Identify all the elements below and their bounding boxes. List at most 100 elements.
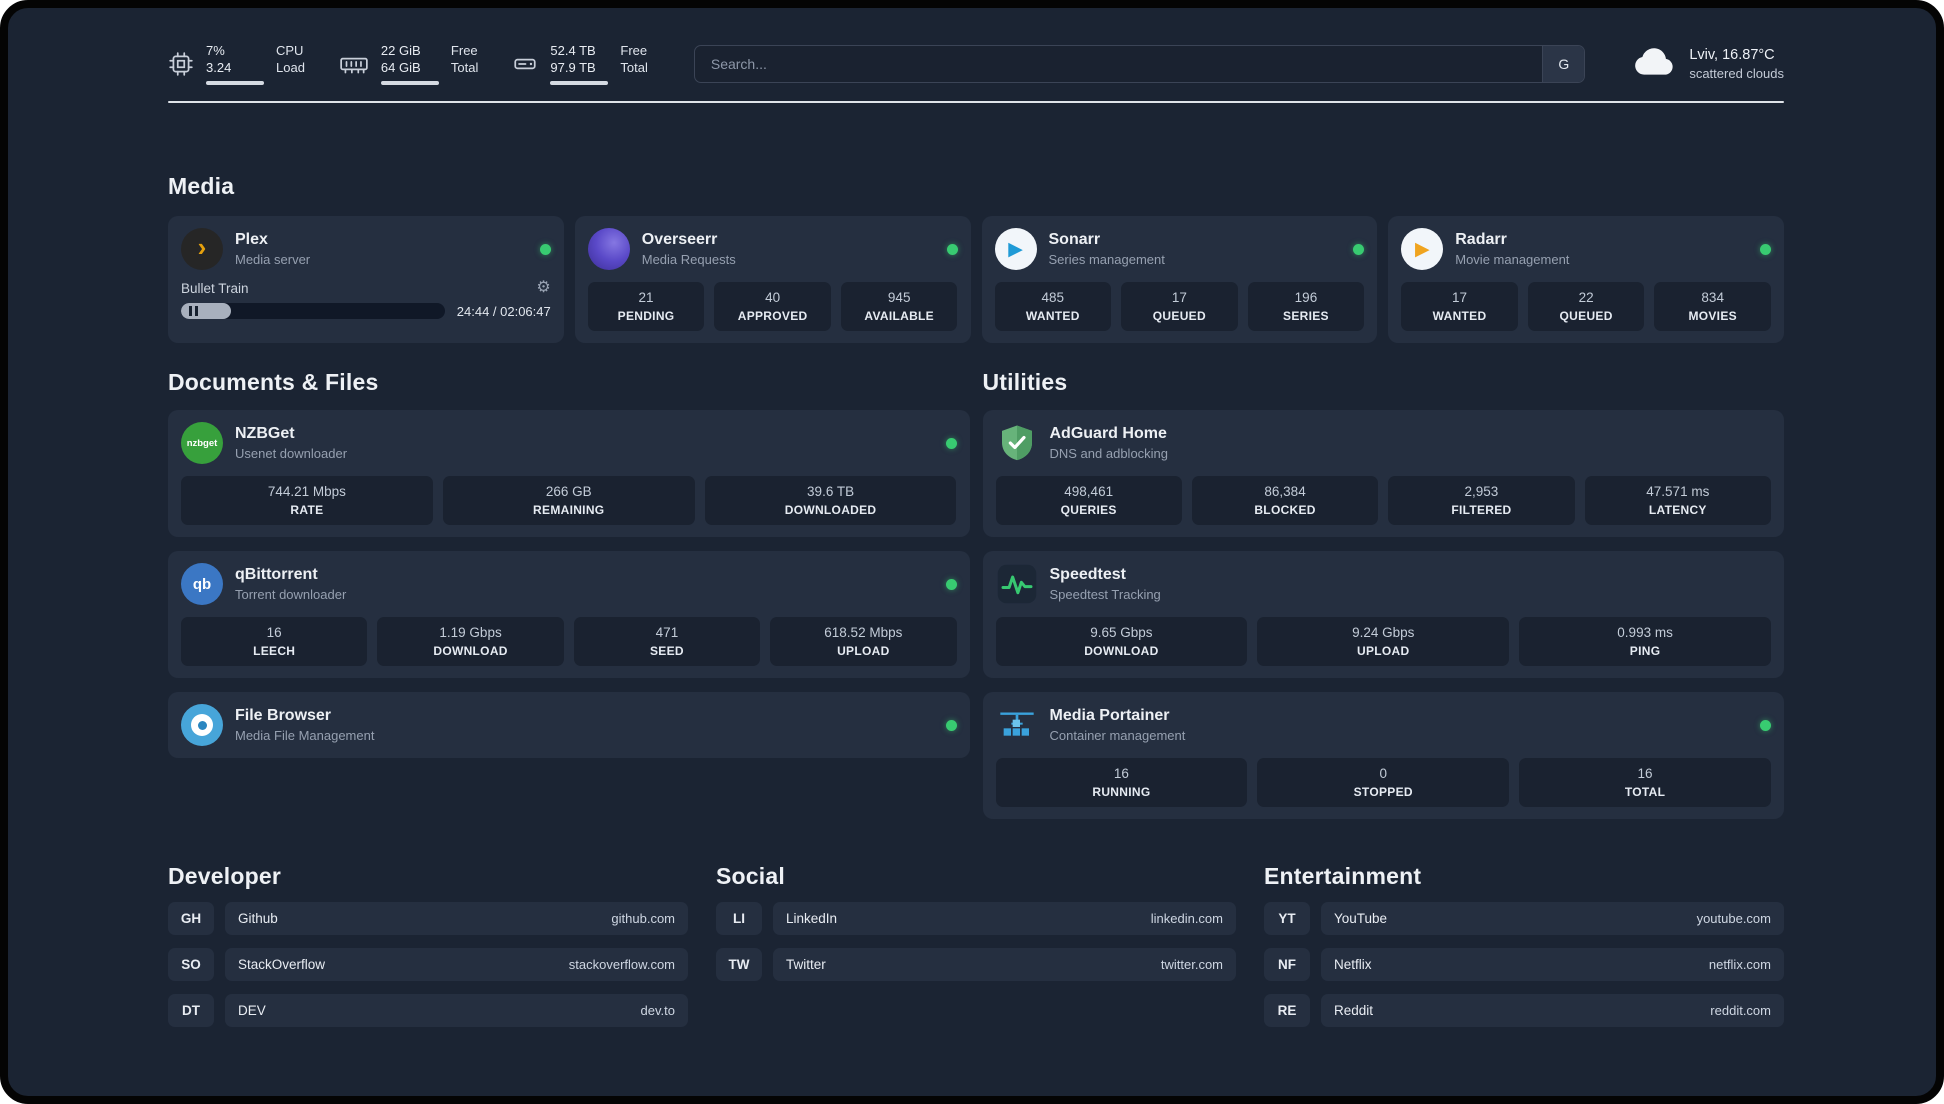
gear-icon[interactable]: ⚙ [536, 280, 550, 296]
status-dot [945, 578, 957, 590]
bookmark-abbr[interactable]: TW [716, 948, 762, 981]
stat-tile: 47.571 ms LATENCY [1584, 476, 1771, 525]
bookmark-github: GH Github github.com [168, 902, 688, 935]
bookmark-abbr[interactable]: SO [168, 948, 214, 981]
pause-icon[interactable] [189, 306, 198, 316]
adguard-shield-icon [996, 422, 1038, 464]
stat-tile: 945 AVAILABLE [840, 282, 958, 331]
section-title-entertainment: Entertainment [1264, 863, 1422, 889]
app-title: Speedtest [1049, 566, 1126, 583]
disk-icon [512, 51, 538, 77]
nzbget-icon: nzbget [181, 422, 223, 464]
app-card-qbittorrent[interactable]: qb qBittorrent Torrent downloader 16 LEE… [168, 551, 970, 678]
status-dot [1353, 243, 1365, 255]
app-card-speedtest[interactable]: Speedtest Speedtest Tracking 9.65 Gbps D… [982, 551, 1784, 678]
qbittorrent-icon: qb [181, 563, 223, 605]
bookmark-link[interactable]: Reddit reddit.com [1321, 994, 1784, 1027]
bookmark-abbr[interactable]: YT [1264, 902, 1310, 935]
bookmark-link[interactable]: StackOverflow stackoverflow.com [225, 948, 688, 981]
bookmark-link[interactable]: Netflix netflix.com [1321, 948, 1784, 981]
bookmark-abbr[interactable]: NF [1264, 948, 1310, 981]
stat-tile: 0.993 ms PING [1519, 617, 1771, 666]
stat-tile: 39.6 TB DOWNLOADED [704, 476, 957, 525]
app-card-radarr[interactable]: ▶ Radarr Movie management 17 WANTED 22 Q… [1388, 216, 1784, 343]
cpu-widget: 7% 3.24 CPU Load [168, 42, 305, 85]
stat-tile: 9.65 Gbps DOWNLOAD [995, 617, 1248, 666]
status-dot [945, 437, 957, 449]
cpu-percent: 7% [206, 43, 225, 58]
now-playing-title: Bullet Train [181, 280, 249, 296]
search-shortcut-button[interactable]: G [1542, 45, 1585, 82]
bookmark-link[interactable]: DEV dev.to [225, 994, 688, 1027]
dashboard-window: 7% 3.24 CPU Load 22 GiB 64 GiB Free Tota… [0, 0, 1944, 1104]
ram-usage-bar [380, 81, 439, 85]
status-dot [945, 719, 957, 731]
app-card-nzbget[interactable]: nzbget NZBGet Usenet downloader 744.21 M… [168, 410, 970, 537]
ram-icon [339, 51, 369, 77]
app-card-overseerr[interactable]: Overseerr Media Requests 21 PENDING 40 A… [574, 216, 971, 343]
bookmark-abbr[interactable]: LI [716, 902, 762, 935]
stat-tile: 471 SEED [573, 617, 761, 666]
disk-free-value: 52.4 TB [550, 43, 596, 58]
stat-tile: 16 RUNNING [995, 758, 1248, 807]
app-subtitle: Container management [1049, 728, 1186, 743]
app-title: Radarr [1455, 231, 1507, 248]
filebrowser-icon [181, 704, 223, 746]
app-subtitle: Usenet downloader [235, 446, 348, 461]
bookmark-linkedin: LI LinkedIn linkedin.com [716, 902, 1236, 935]
search-bar: G [693, 44, 1586, 83]
bookmark-link[interactable]: YouTube youtube.com [1321, 902, 1784, 935]
stat-tile: 16 TOTAL [1519, 758, 1771, 807]
app-subtitle: Movie management [1455, 252, 1570, 267]
app-card-filebrowser[interactable]: File Browser Media File Management [168, 692, 970, 758]
section-title-developer: Developer [168, 863, 282, 889]
search-input[interactable] [694, 45, 1543, 82]
bookmark-netflix: NF Netflix netflix.com [1264, 948, 1784, 981]
bookmark-abbr[interactable]: DT [168, 994, 214, 1027]
stat-tile: 618.52 Mbps UPLOAD [770, 617, 957, 666]
cpu-icon [168, 51, 194, 77]
bookmark-group-social: Social LI LinkedIn linkedin.com TW Twitt… [716, 863, 1236, 1027]
section-media: Media › Plex Media server Bullet Train ⚙… [168, 173, 1784, 343]
app-card-sonarr[interactable]: ▶ Sonarr Series management 485 WANTED 17… [981, 216, 1378, 343]
stat-tile: 9.24 Gbps UPLOAD [1257, 617, 1510, 666]
status-dot [946, 243, 958, 255]
status-dot [1760, 243, 1771, 255]
disk-total-value: 97.9 TB [550, 60, 596, 75]
app-card-portainer[interactable]: Media Portainer Container management 16 … [982, 692, 1784, 819]
bookmark-abbr[interactable]: GH [168, 902, 214, 935]
section-documents: Documents & Files nzbget NZBGet Usenet d… [168, 369, 970, 819]
disk-widget: 52.4 TB 97.9 TB Free Total [512, 42, 648, 85]
bookmark-link[interactable]: Twitter twitter.com [773, 948, 1236, 981]
app-title: NZBGet [235, 425, 295, 442]
stat-tile: 834 MOVIES [1654, 282, 1771, 331]
cpu-label: CPU [276, 43, 304, 58]
playback-progress-bar[interactable] [181, 303, 445, 319]
app-title: qBittorrent [235, 566, 318, 583]
stat-tile: 40 APPROVED [714, 282, 831, 331]
app-subtitle: Torrent downloader [235, 587, 347, 602]
ram-total-label: Total [450, 60, 479, 75]
stat-tile: 0 STOPPED [1257, 758, 1510, 807]
stat-tile: 266 GB REMAINING [442, 476, 695, 525]
weather-widget: Lviv, 16.87°C scattered clouds [1631, 44, 1784, 83]
weather-location: Lviv, 16.87°C [1689, 46, 1775, 63]
app-card-adguard[interactable]: AdGuard Home DNS and adblocking 498,461 … [982, 410, 1784, 537]
cpu-usage-bar [206, 81, 264, 85]
ram-total-value: 64 GiB [380, 60, 421, 75]
app-subtitle: Media Requests [641, 252, 736, 267]
ram-free-label: Free [450, 43, 478, 58]
section-title-utilities: Utilities [982, 369, 1068, 395]
bookmark-link[interactable]: Github github.com [225, 902, 688, 935]
app-subtitle: Series management [1048, 252, 1165, 267]
bookmark-link[interactable]: LinkedIn linkedin.com [773, 902, 1236, 935]
stat-tile: 21 PENDING [587, 282, 705, 331]
cpu-load-label: Load [276, 60, 305, 75]
radarr-icon: ▶ [1401, 228, 1444, 270]
app-title: Plex [235, 231, 268, 248]
app-title: File Browser [235, 707, 332, 724]
plex-icon: › [181, 228, 223, 270]
bookmark-abbr[interactable]: RE [1264, 994, 1310, 1027]
app-card-plex[interactable]: › Plex Media server Bullet Train ⚙ 24:44… [168, 216, 564, 343]
app-subtitle: Media File Management [235, 728, 375, 743]
